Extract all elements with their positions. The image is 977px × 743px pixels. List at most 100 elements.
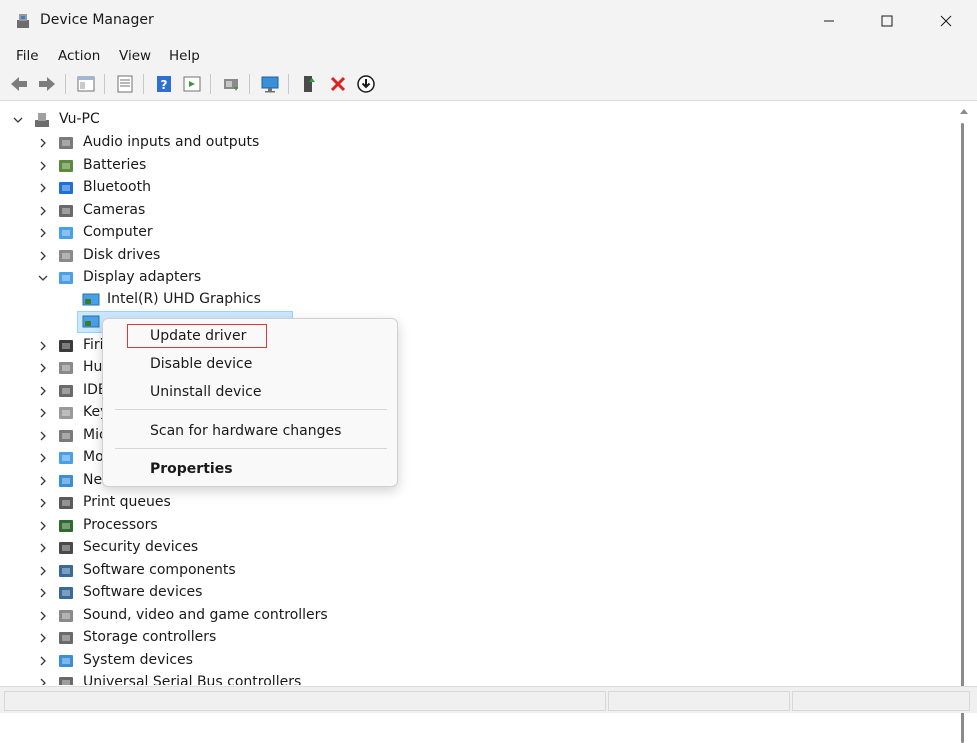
scan-hardware-icon [261, 76, 279, 93]
forward-button[interactable] [36, 73, 58, 95]
back-button[interactable] [8, 73, 30, 95]
tree-category-label: Storage controllers [83, 629, 217, 645]
chevron-right-icon[interactable] [37, 407, 49, 419]
battery-icon [59, 159, 73, 172]
tree-root-label: Vu-PC [59, 111, 100, 127]
keyboard-icon [59, 407, 73, 419]
chevron-right-icon[interactable] [37, 610, 49, 622]
chevron-right-icon[interactable] [37, 182, 49, 194]
help-icon: ? [157, 76, 171, 92]
close-button[interactable] [918, 0, 974, 42]
display-adapter-icon [59, 272, 73, 284]
menu-item-label: Disable device [150, 356, 253, 372]
chevron-right-icon[interactable] [37, 362, 49, 374]
show-hide-console-tree-button[interactable] [75, 73, 97, 95]
add-legacy-hardware-button[interactable] [298, 73, 320, 95]
tree-category-label: Software components [83, 561, 236, 578]
tree-device-label: Intel(R) UHD Graphics [107, 291, 261, 307]
action-pane-icon [183, 76, 201, 92]
disk-drive-icon [59, 249, 73, 262]
chevron-right-icon[interactable] [37, 520, 49, 532]
tree-category[interactable]: Cameras [4, 200, 944, 222]
back-arrow-icon [11, 77, 27, 91]
chevron-right-icon[interactable] [37, 677, 49, 685]
scan-hardware-button[interactable] [259, 73, 281, 95]
scroll-up-arrow-icon[interactable] [959, 107, 969, 115]
download-driver-button[interactable] [355, 73, 377, 95]
menu-item-scan-hardware[interactable]: Scan for hardware changes [103, 418, 397, 444]
toolbar-separator [288, 74, 289, 94]
chevron-right-icon[interactable] [37, 587, 49, 599]
chevron-right-icon[interactable] [37, 497, 49, 509]
menu-action[interactable]: Action [58, 48, 100, 64]
tree-category[interactable]: Storage controllers [4, 627, 944, 649]
tree-category[interactable]: Processors [4, 515, 944, 537]
toolbar-separator [104, 74, 105, 94]
menu-bar: File Action View Help [0, 42, 977, 68]
vertical-scrollbar[interactable] [956, 101, 977, 743]
chevron-right-icon[interactable] [37, 160, 49, 172]
sound-icon [59, 609, 73, 622]
display-adapter-icon [82, 315, 100, 328]
forward-arrow-icon [39, 77, 55, 91]
chevron-right-icon[interactable] [37, 475, 49, 487]
scrollbar-thumb[interactable] [961, 123, 964, 743]
chevron-down-icon[interactable] [37, 272, 49, 284]
tree-category[interactable]: Universal Serial Bus controllers [4, 672, 944, 685]
menu-item-disable-device[interactable]: Disable device [103, 351, 397, 377]
menu-file[interactable]: File [16, 48, 39, 64]
processor-icon [59, 519, 73, 532]
tree-category[interactable]: Audio inputs and outputs [4, 132, 944, 154]
context-menu: Update driver Disable device Uninstall d… [102, 318, 398, 487]
tree-category-label: Display adapters [83, 269, 202, 285]
tree-category-label: Batteries [83, 156, 147, 173]
tree-category-label: Bluetooth [83, 179, 151, 195]
tree-root[interactable]: Vu-PC [4, 109, 944, 131]
minimize-button[interactable] [801, 0, 857, 42]
menu-item-properties[interactable]: Properties [103, 456, 397, 482]
chevron-right-icon[interactable] [37, 205, 49, 217]
close-icon [940, 15, 952, 27]
uninstall-device-button[interactable] [327, 73, 349, 95]
action-pane-button[interactable] [181, 73, 203, 95]
tree-category[interactable]: Software devices [4, 582, 944, 604]
usb-controller-icon [59, 677, 73, 685]
menu-item-uninstall-device[interactable]: Uninstall device [103, 379, 397, 405]
tree-category[interactable]: Disk drives [4, 245, 944, 267]
network-adapter-icon [59, 474, 73, 487]
tree-device-intel-uhd[interactable]: Intel(R) UHD Graphics [4, 289, 944, 311]
tree-category[interactable]: Bluetooth [4, 177, 944, 199]
chevron-right-icon[interactable] [37, 452, 49, 464]
update-driver-button[interactable] [220, 73, 242, 95]
chevron-right-icon[interactable] [37, 340, 49, 352]
menu-view[interactable]: View [119, 48, 151, 64]
menu-item-label: Properties [150, 461, 233, 477]
properties-button[interactable] [114, 73, 136, 95]
tree-category[interactable]: Print queues [4, 492, 944, 514]
chevron-right-icon[interactable] [37, 227, 49, 239]
menu-separator [115, 409, 387, 410]
tree-category[interactable]: Display adapters [4, 267, 944, 289]
chevron-right-icon[interactable] [37, 632, 49, 644]
tree-category[interactable]: Software components [4, 560, 944, 582]
menu-item-update-driver[interactable]: Update driver [103, 323, 397, 349]
tree-category-label: Ne [83, 471, 103, 488]
chevron-right-icon[interactable] [37, 137, 49, 149]
update-driver-icon [224, 79, 238, 91]
chevron-right-icon[interactable] [37, 542, 49, 554]
tree-category[interactable]: System devices [4, 650, 944, 672]
menu-help[interactable]: Help [169, 48, 200, 64]
maximize-button[interactable] [859, 0, 915, 42]
chevron-right-icon[interactable] [37, 655, 49, 667]
chevron-down-icon[interactable] [12, 114, 24, 126]
tree-category-label: Universal Serial Bus controllers [83, 674, 302, 685]
chevron-right-icon[interactable] [37, 385, 49, 397]
chevron-right-icon[interactable] [37, 565, 49, 577]
chevron-right-icon[interactable] [37, 430, 49, 442]
tree-category[interactable]: Computer [4, 222, 944, 244]
tree-category[interactable]: Sound, video and game controllers [4, 605, 944, 627]
chevron-right-icon[interactable] [37, 250, 49, 262]
tree-category[interactable]: Batteries [4, 155, 944, 177]
tree-category[interactable]: Security devices [4, 537, 944, 559]
help-button[interactable]: ? [153, 73, 175, 95]
